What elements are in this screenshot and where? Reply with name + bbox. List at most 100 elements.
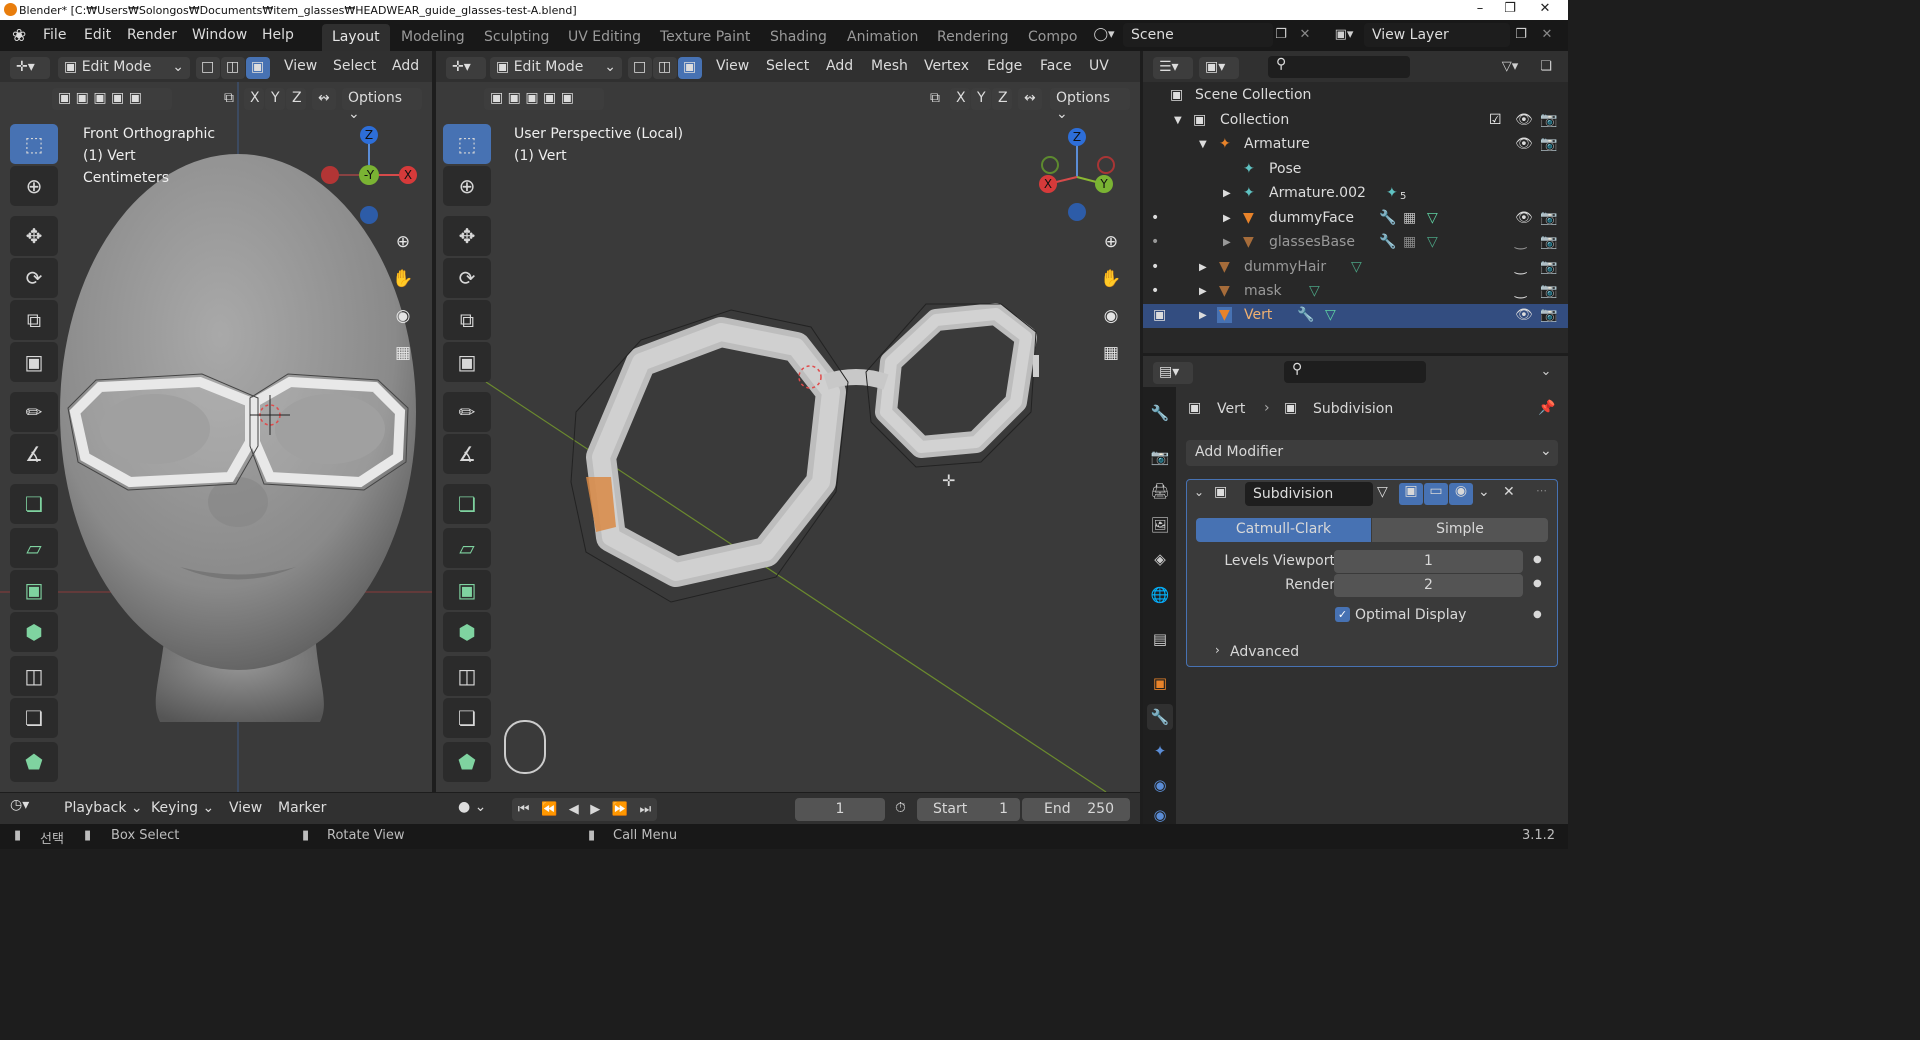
right-selection-modes-icon[interactable]: ▣ ▣ ▣ ▣ ▣ [484,88,604,110]
right-snap-icon[interactable]: ↭ [1018,88,1042,110]
physics-tab-icon[interactable]: ◉ [1147,772,1173,798]
right-options-dropdown[interactable]: Options ⌄ [1050,88,1130,122]
right-camera-view-icon[interactable]: ◉ [1096,301,1126,331]
timeline-menu-keying[interactable]: Keying ⌄ [151,800,214,824]
right-extrude-tool-icon[interactable]: ▱ [443,528,491,568]
keyframe-dot-icon[interactable]: ● [1533,609,1542,620]
left-mode-dropdown[interactable]: ▣ Edit Mode ⌄ [58,57,190,79]
right-menu-edge[interactable]: Edge [987,58,1022,74]
blender-menu-icon[interactable]: ❀ [12,26,32,46]
editmode-toggle-icon[interactable]: ▣ [1399,483,1423,505]
camera-view-icon[interactable]: ◉ [388,301,418,331]
right-cursor-tool-icon[interactable]: ⊕ [443,166,491,206]
right-transform-tool-icon[interactable]: ▣ [443,342,491,382]
right-menu-view[interactable]: View [716,58,749,74]
camera-icon[interactable]: 📷 [1540,234,1557,250]
camera-icon[interactable]: 📷 [1540,307,1557,323]
filter-icon[interactable]: ▽▾ [1493,56,1527,78]
outliner-row-scene-collection[interactable]: ▣ Scene Collection [1143,84,1568,108]
tab-texture-paint[interactable]: Texture Paint [650,24,760,51]
world-tab-icon[interactable]: 🌐 [1147,582,1173,608]
right-menu-vertex[interactable]: Vertex [924,58,969,74]
next-keyframe-icon[interactable]: ⏩ [612,802,628,817]
eye-icon[interactable]: 👁 [1515,112,1533,128]
zoom-icon[interactable]: ⊕ [388,227,418,257]
camera-icon[interactable]: 📷 [1540,210,1557,226]
select-box-tool-icon[interactable]: ⬚ [10,124,58,164]
left-navigation-gizmo[interactable]: Z -Y X [320,122,420,232]
right-rotate-tool-icon[interactable]: ⟳ [443,258,491,298]
editor-type-icon[interactable]: ✛▾ [10,57,50,79]
right-knife-tool-icon[interactable]: ❏ [443,698,491,738]
tab-animation[interactable]: Animation [837,24,928,51]
timeline-editor-type-icon[interactable]: ◷▾ [10,797,50,821]
left-axis-x[interactable]: X [244,88,264,110]
outliner-editor-type-icon[interactable]: ☰▾ [1153,57,1193,79]
left-menu-select[interactable]: Select [333,58,376,74]
right-mirror-icon[interactable]: ⧉ [924,88,950,110]
camera-icon[interactable]: 📷 [1540,259,1557,275]
tab-compositing[interactable]: Compo [1018,24,1087,51]
menu-render[interactable]: Render [127,27,177,43]
modifier-menu-chevron-icon[interactable]: ⌄ [1478,484,1490,500]
outliner-row-glassesbase[interactable]: • ▶ ▼ glassesBase 🔧 ▦ ▽ ‿ 📷 [1143,231,1568,255]
render-tab-icon[interactable]: 📷 [1147,444,1173,470]
right-measure-tool-icon[interactable]: ∡ [443,434,491,474]
eye-icon[interactable]: 👁 [1515,136,1533,152]
right-menu-add[interactable]: Add [826,58,853,74]
modifier-tab-icon[interactable]: 🔧 [1147,704,1173,730]
display-mode-icon[interactable]: ▣▾ [1199,57,1239,79]
tab-modeling[interactable]: Modeling [391,24,475,51]
right-add-cube-tool-icon[interactable]: ❏ [443,484,491,524]
properties-search-input[interactable]: ⚲ [1284,361,1426,383]
left-mirror-icon[interactable]: ⧉ [218,88,244,110]
remove-modifier-close-icon[interactable]: ✕ [1503,484,1515,500]
right-edge-select-icon[interactable]: ◫ [653,57,677,79]
jump-start-icon[interactable]: ⏮ [518,802,530,817]
expand-arrow-icon[interactable]: › [1215,643,1220,657]
eye-icon[interactable]: 👁 [1515,307,1533,323]
eye-icon[interactable]: 👁 [1515,210,1533,226]
current-frame-field[interactable]: 1 [795,798,885,821]
optimal-display-checkbox[interactable]: ✓ [1335,607,1350,622]
right-face-select-icon[interactable]: ▣ [678,57,702,79]
scale-tool-icon[interactable]: ⧉ [10,300,58,340]
menu-file[interactable]: File [43,27,66,43]
render-toggle-icon[interactable]: ◉ [1449,483,1473,505]
left-snap-icon[interactable]: ↭ [312,88,336,110]
outliner-row-dummyface[interactable]: • ▶ ▼ dummyFace 🔧 ▦ ▽ 👁 📷 [1143,207,1568,231]
view-layer-icon[interactable]: ▣▾ [1326,24,1362,46]
close-icon[interactable]: ✕ [1525,0,1565,20]
particles-tab-icon[interactable]: ✦ [1147,738,1173,764]
tab-sculpting[interactable]: Sculpting [474,24,559,51]
right-menu-uv[interactable]: UV [1089,58,1109,74]
right-navigation-gizmo[interactable]: Z Y X [1032,122,1132,232]
scene-selector-icon[interactable]: ◯▾ [1088,24,1120,46]
right-editor-type-icon[interactable]: ✛▾ [446,57,486,79]
annotate-tool-icon[interactable]: ✏ [10,392,58,432]
outliner-row-armature-002[interactable]: ▶ ✦ Armature.002 ✦ 5 [1143,182,1568,206]
tab-layout[interactable]: Layout [322,24,390,51]
properties-editor-type-icon[interactable]: ▤▾ [1153,362,1193,384]
right-scale-tool-icon[interactable]: ⧉ [443,300,491,340]
view-layer-tab-icon[interactable]: 🖼 [1147,512,1173,538]
left-options-dropdown[interactable]: Options ⌄ [342,88,422,122]
add-cube-tool-icon[interactable]: ❏ [10,484,58,524]
object-tab-icon[interactable]: ▣ [1147,670,1173,696]
outliner-row-collection[interactable]: ▼ ▣ Collection ☑ 👁 📷 [1143,109,1568,133]
inset-tool-icon[interactable]: ▣ [10,570,58,610]
view-layer-field[interactable]: View Layer [1364,23,1510,47]
modifier-name-input[interactable]: Subdivision [1245,482,1373,506]
pan-hand-icon[interactable]: ✋ [388,264,418,294]
catmull-clark-button[interactable]: Catmull-Clark [1196,518,1371,542]
jump-end-icon[interactable]: ⏭ [640,802,652,817]
right-loop-cut-tool-icon[interactable]: ◫ [443,656,491,696]
new-scene-icon[interactable]: ❐ [1270,24,1292,46]
scene-tab-icon[interactable]: ◈ [1147,546,1173,572]
tool-tab-icon[interactable]: 🔧 [1147,400,1173,426]
right-annotate-tool-icon[interactable]: ✏ [443,392,491,432]
rotate-tool-icon[interactable]: ⟳ [10,258,58,298]
chevron-down-icon[interactable]: ⌄ [1535,361,1557,383]
right-vertex-select-icon[interactable]: □ [628,57,652,79]
right-menu-mesh[interactable]: Mesh [871,58,908,74]
